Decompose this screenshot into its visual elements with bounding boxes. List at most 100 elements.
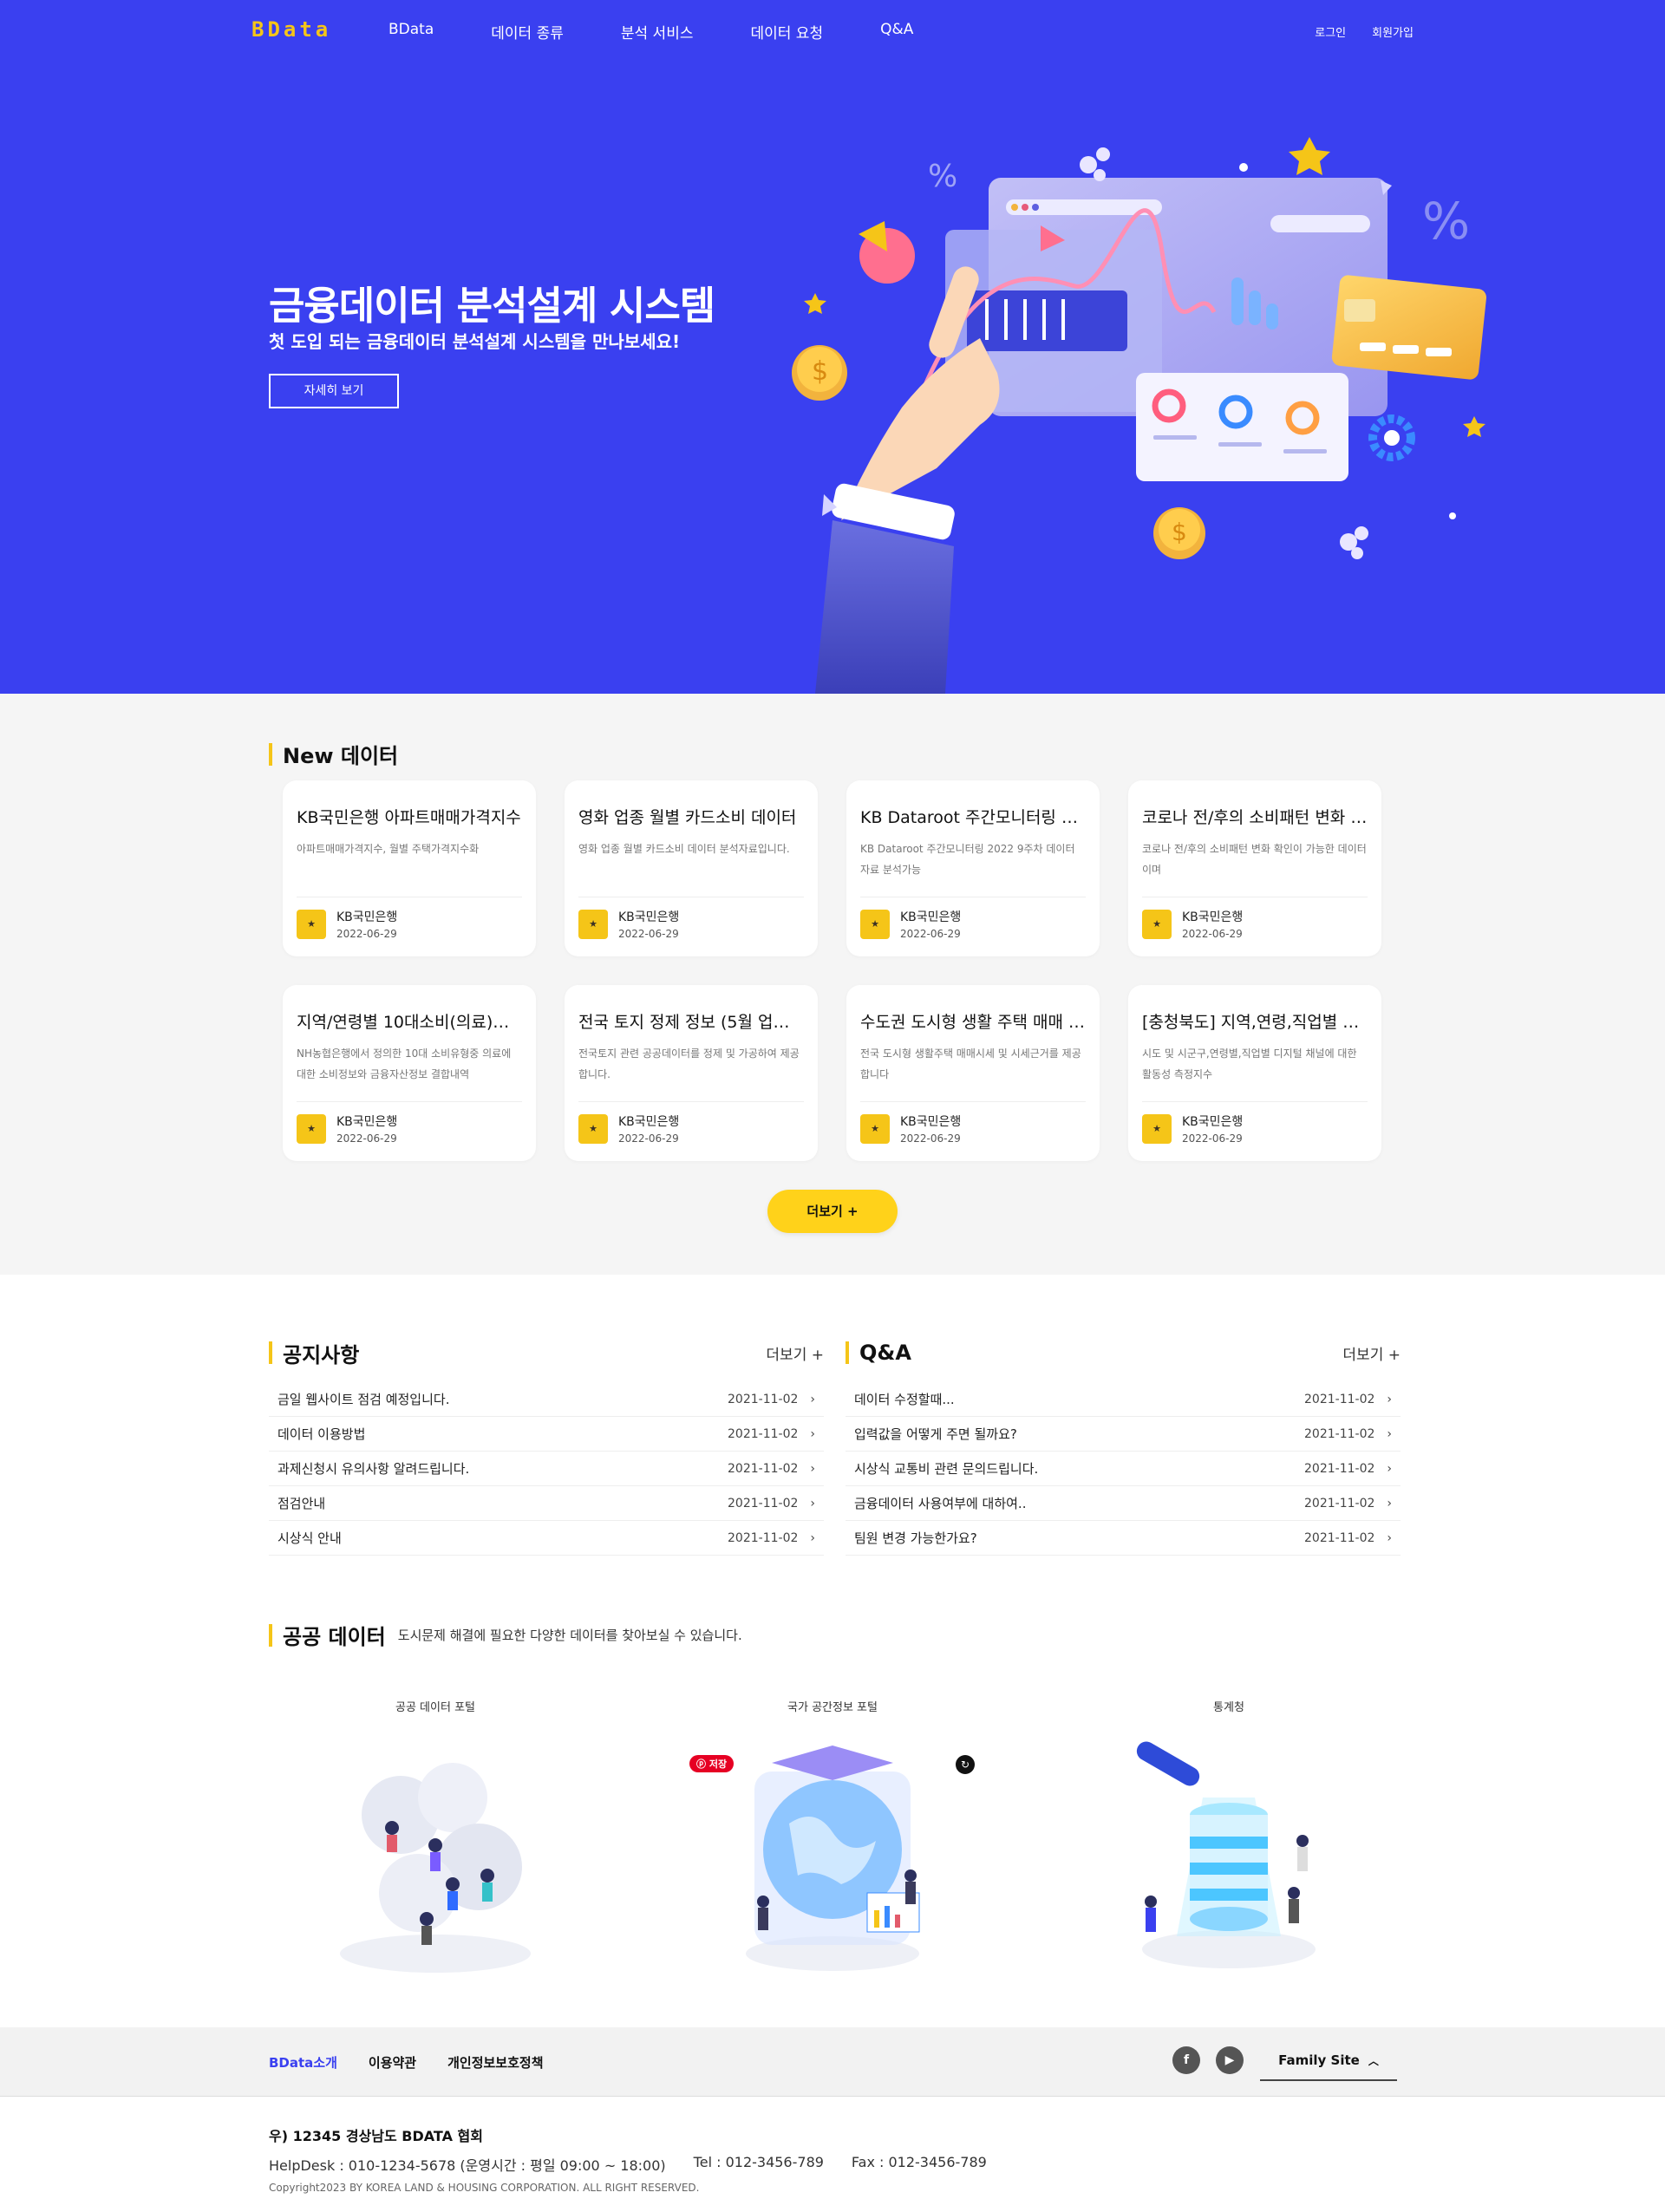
data-card[interactable]: 코로나 전/후의 소비패턴 변화 데이터 코로나 전/후의 소비패턴 변화 확인… [1128, 780, 1381, 956]
family-site-dropdown[interactable]: Family Site ︿ [1260, 2041, 1397, 2081]
qna-item-date: 2021-11-02 [1304, 1392, 1375, 1406]
facebook-icon[interactable]: f [1172, 2046, 1200, 2074]
kb-bank-logo-icon: ★ [1142, 909, 1172, 939]
list-item[interactable]: 시상식 안내 2021-11-02 › [269, 1521, 824, 1556]
card-organization: KB국민은행 [618, 910, 680, 924]
card-title: KB국민은행 아파트매매가격지수 [297, 808, 521, 827]
data-card[interactable]: [충청북도] 지역,연령,직업별 디지털 채널 시도 및 시군구,연령별,직업별… [1128, 985, 1381, 1161]
footer-fax: Fax : 012-3456-789 [851, 2154, 987, 2170]
new-data-title: New 데이터 [283, 744, 399, 768]
menu-item-analysis[interactable]: 분석 서비스 [621, 21, 694, 42]
notice-more-link[interactable]: 더보기 + [766, 1342, 824, 1364]
qna-item-date: 2021-11-02 [1304, 1530, 1375, 1545]
portal-label: 공공 데이터 포털 [395, 1701, 475, 1714]
public-data-title: 공공 데이터 [283, 1625, 386, 1649]
cloud-people-illustration [340, 1763, 531, 1973]
list-item[interactable]: 입력값을 어떻게 주면 될까요? 2021-11-02 › [846, 1417, 1401, 1452]
qna-more-link[interactable]: 더보기 + [1342, 1342, 1401, 1364]
new-data-heading: New 데이터 [269, 739, 398, 769]
menu-item-data-types[interactable]: 데이터 종류 [491, 21, 564, 42]
menu-item-data-request[interactable]: 데이터 요청 [750, 21, 823, 42]
svg-text:%: % [1422, 192, 1470, 251]
list-item[interactable]: 팀원 변경 가능한가요? 2021-11-02 › [846, 1521, 1401, 1556]
card-footer: ★ KB국민은행 2022-06-29 [297, 897, 522, 940]
share-icon[interactable]: ↻ [956, 1755, 975, 1774]
notice-item-title: 과제신청시 유의사항 알려드립니다. [278, 1461, 470, 1477]
card-footer: ★ KB국민은행 2022-06-29 [860, 897, 1086, 940]
kb-bank-logo-icon: ★ [578, 909, 608, 939]
public-data-subtitle: 도시문제 해결에 필요한 다양한 데이터를 찾아보실 수 있습니다. [397, 1628, 742, 1643]
list-item[interactable]: 금일 웹사이트 점검 예정입니다. 2021-11-02 › [269, 1382, 824, 1417]
qna-item-date: 2021-11-02 [1304, 1496, 1375, 1511]
notice-item-date: 2021-11-02 [728, 1426, 799, 1441]
card-organization: KB국민은행 [336, 1115, 398, 1129]
kb-bank-logo-icon: ★ [578, 1113, 608, 1144]
qna-item-date: 2021-11-02 [1304, 1426, 1375, 1441]
data-card[interactable]: KB국민은행 아파트매매가격지수 아파트매매가격지수, 월별 주택가격지수화 ★… [283, 780, 536, 956]
portal-label: 통계청 [1213, 1701, 1244, 1714]
data-card[interactable]: 영화 업종 월별 카드소비 데이터 영화 업종 월별 카드소비 데이터 분석자료… [565, 780, 818, 956]
data-card[interactable]: 수도권 도시형 생활 주택 매매 시세 전국 도시형 생활주택 매매시세 및 시… [846, 985, 1100, 1161]
chevron-right-icon: › [1387, 1461, 1392, 1476]
kb-bank-logo-icon: ★ [297, 909, 326, 939]
card-title: 수도권 도시형 생활 주택 매매 시세 [860, 1013, 1086, 1032]
public-data-portal-link[interactable]: 공공 데이터 포털 [253, 1698, 617, 1993]
chevron-right-icon: › [810, 1461, 815, 1476]
card-organization: KB국민은행 [1182, 910, 1244, 924]
chevron-right-icon: › [1387, 1392, 1392, 1406]
new-data-more-button[interactable]: 더보기 + [767, 1190, 898, 1233]
footer-link-about[interactable]: BData소개 [269, 2053, 337, 2072]
card-date: 2022-06-29 [618, 1132, 679, 1145]
qna-list: 데이터 수정할때... 2021-11-02 › 입력값을 어떻게 주면 될까요? 2… [846, 1382, 1401, 1556]
heading-accent-bar [269, 1341, 272, 1364]
data-card-grid: KB국민은행 아파트매매가격지수 아파트매매가격지수, 월별 주택가격지수화 ★… [283, 780, 1382, 1161]
user-menu: 로그인 회원가입 [1315, 23, 1414, 40]
youtube-icon[interactable]: ▶ [1216, 2046, 1244, 2074]
kb-bank-logo-icon: ★ [1142, 1113, 1172, 1144]
card-date: 2022-06-29 [1182, 1132, 1243, 1145]
notice-item-date: 2021-11-02 [728, 1530, 799, 1545]
national-spatial-portal-link[interactable]: 국가 공간정보 포털 [650, 1698, 1015, 1993]
logo[interactable]: BData [251, 17, 331, 42]
card-date: 2022-06-29 [336, 928, 397, 940]
footer-link-terms[interactable]: 이용약관 [369, 2053, 416, 2072]
list-item[interactable]: 과제신청시 유의사항 알려드립니다. 2021-11-02 › [269, 1452, 824, 1486]
notice-heading: 공지사항 [269, 1338, 359, 1368]
heading-accent-bar [269, 742, 272, 766]
footer-links: BData소개 이용약관 개인정보보호정책 [269, 2053, 544, 2072]
signup-link[interactable]: 회원가입 [1372, 23, 1414, 40]
footer-link-privacy[interactable]: 개인정보보호정책 [447, 2053, 543, 2072]
family-site-label: Family Site [1278, 2052, 1360, 2068]
footer-tel: Tel : 012-3456-789 [693, 2154, 824, 2170]
list-item[interactable]: 금융데이터 사용여부에 대하여.. 2021-11-02 › [846, 1486, 1401, 1521]
data-card[interactable]: 지역/연령별 10대소비(의료)금융자산정보 NH농협은행에서 정의한 10대 … [283, 985, 536, 1161]
menu-item-bdata[interactable]: BData [388, 21, 434, 42]
card-footer: ★ KB국민은행 2022-06-29 [1142, 1101, 1368, 1145]
notice-item-title: 시상식 안내 [278, 1530, 342, 1546]
list-item[interactable]: 점검안내 2021-11-02 › [269, 1486, 824, 1521]
hero-title: 금융데이터 분석설계 시스템 [269, 283, 715, 329]
list-item[interactable]: 시상식 교통비 관련 문의드립니다. 2021-11-02 › [846, 1452, 1401, 1486]
card-footer: ★ KB국민은행 2022-06-29 [297, 1101, 522, 1145]
login-link[interactable]: 로그인 [1315, 23, 1346, 40]
data-card[interactable]: 전국 토지 정제 정보 (5월 업데이트) 전국토지 관련 공공데이터를 정제 … [565, 985, 818, 1161]
list-item[interactable]: 데이터 이용방법 2021-11-02 › [269, 1417, 824, 1452]
menu-item-qna[interactable]: Q&A [880, 21, 913, 42]
card-description: 코로나 전/후의 소비패턴 변화 확인이 가능한 데이터이며 [1142, 843, 1367, 876]
hero-detail-button[interactable]: 자세히 보기 [269, 374, 399, 408]
card-title: 영화 업종 월별 카드소비 데이터 [578, 808, 797, 827]
hero-illustration: $ $ % % [792, 137, 1486, 694]
footer-contact: HelpDesk : 010-1234-5678 (운영시간 : 평일 09:0… [269, 2154, 987, 2175]
chevron-right-icon: › [810, 1426, 815, 1441]
public-data-heading: 공공 데이터 도시문제 해결에 필요한 다양한 데이터를 찾아보실 수 있습니다… [269, 1620, 742, 1650]
card-date: 2022-06-29 [336, 1132, 397, 1145]
statistics-korea-link[interactable]: 통계청 [1047, 1698, 1411, 1993]
list-item[interactable]: 데이터 수정할때... 2021-11-02 › [846, 1382, 1401, 1417]
chevron-right-icon: › [810, 1496, 815, 1511]
data-card[interactable]: KB Dataroot 주간모니터링 2022 9주차 KB Dataroot … [846, 780, 1100, 956]
notice-board: 공지사항 더보기 + 금일 웹사이트 점검 예정입니다. 2021-11-02 › … [269, 1335, 824, 1556]
notice-list: 금일 웹사이트 점검 예정입니다. 2021-11-02 › 데이터 이용방법 202… [269, 1382, 824, 1556]
pinterest-save-button[interactable]: ⓟ 저장 [689, 1755, 735, 1772]
notice-title: 공지사항 [283, 1342, 360, 1367]
kb-bank-logo-icon: ★ [860, 909, 890, 939]
